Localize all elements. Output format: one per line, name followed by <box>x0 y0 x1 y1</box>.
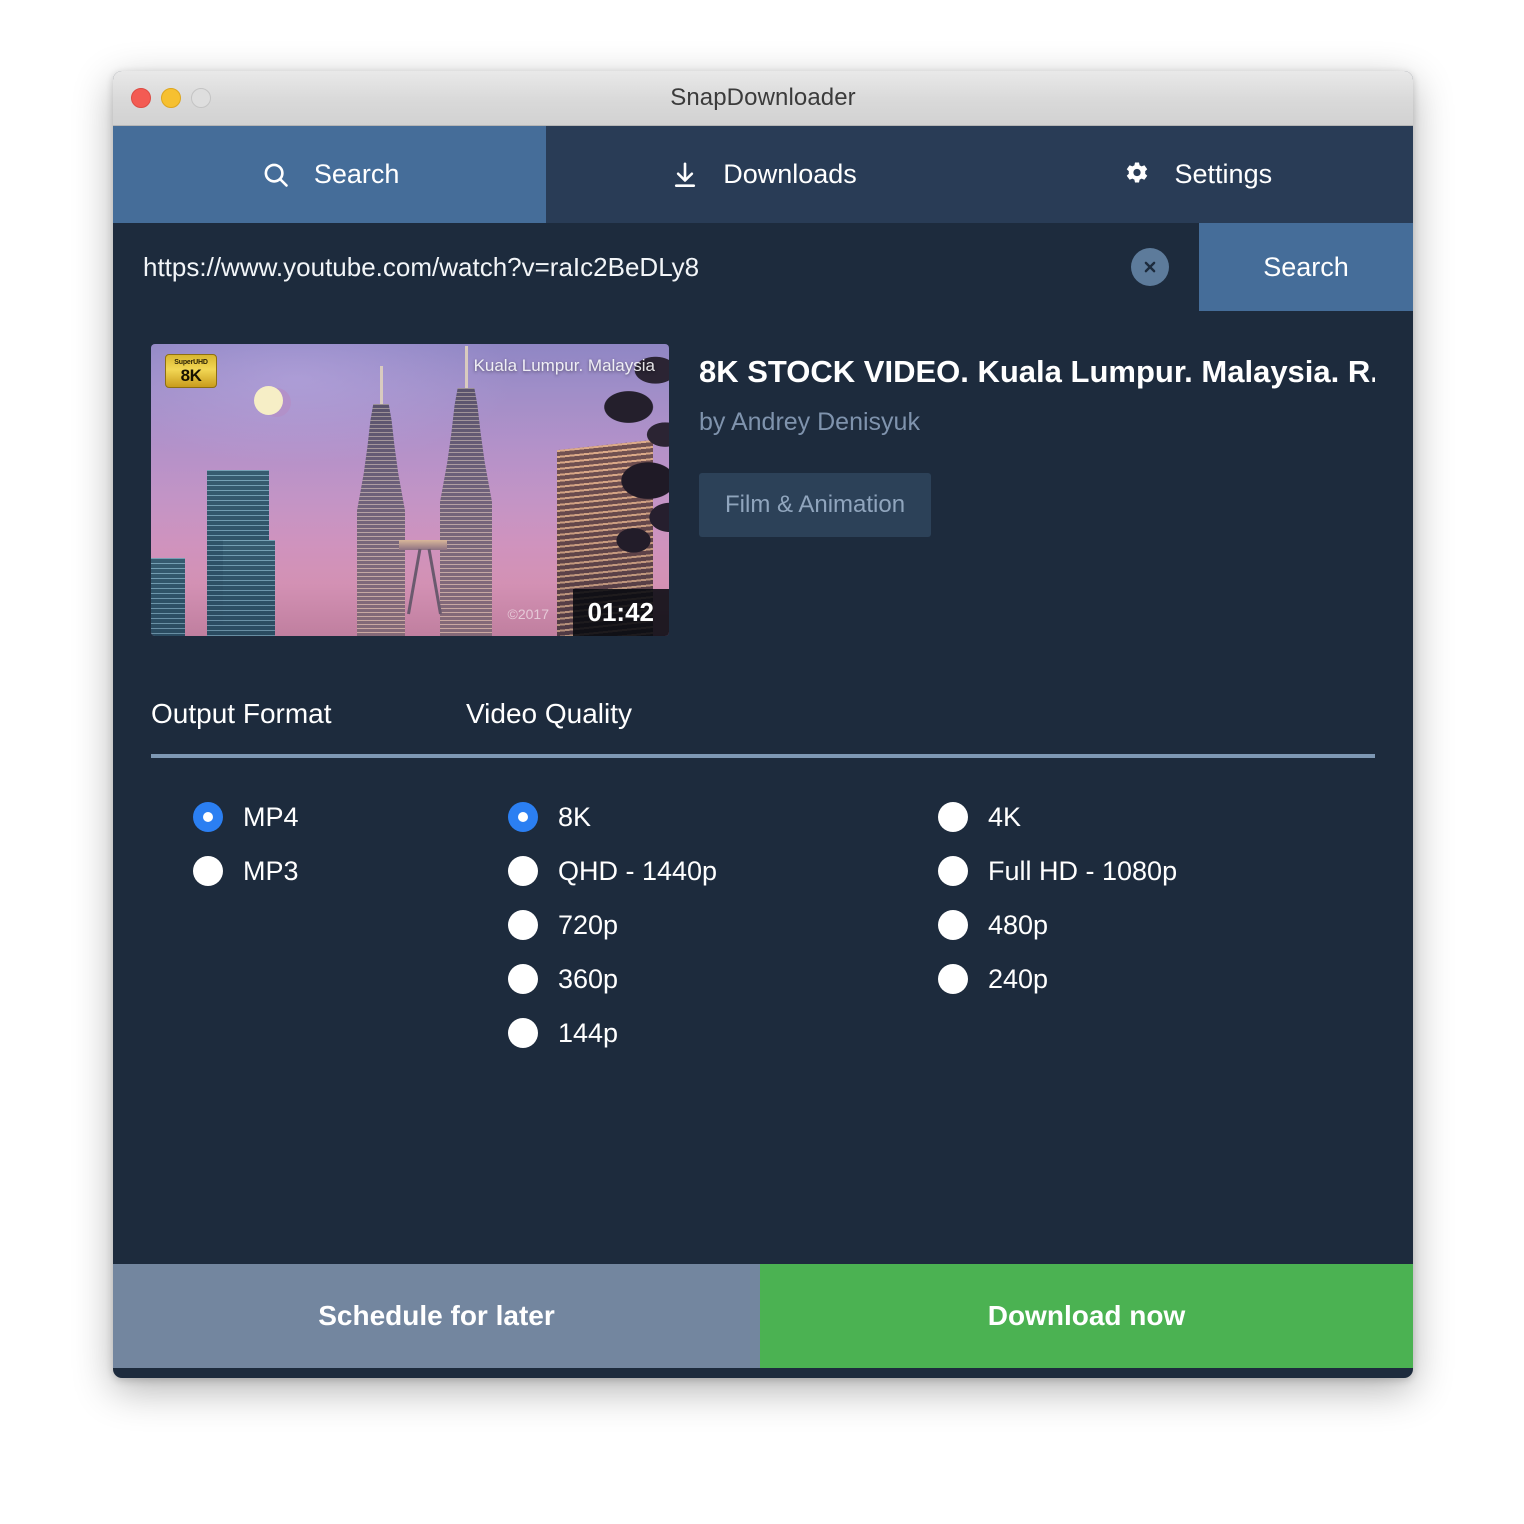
radio-720p[interactable]: 720p <box>466 898 896 952</box>
radio-mp4[interactable]: MP4 <box>151 790 466 844</box>
uhd-badge-top: SuperUHD <box>174 358 208 366</box>
title-bar: SnapDownloader <box>113 71 1413 126</box>
window-title: SnapDownloader <box>670 84 856 111</box>
options-area: Output Format MP4 MP3 Video Quality 8K Q… <box>151 698 1375 1060</box>
radio-dot-mp4 <box>193 802 223 832</box>
radio-480p[interactable]: 480p <box>896 898 1375 952</box>
search-bar: https://www.youtube.com/watch?v=raIc2BeD… <box>113 223 1413 311</box>
video-quality-columns: 8K QHD - 1440p 720p 360p 144p 4K Full HD… <box>466 790 1375 1060</box>
radio-dot-4k <box>938 802 968 832</box>
radio-label-720p: 720p <box>558 909 619 940</box>
radio-label-360p: 360p <box>558 963 619 994</box>
schedule-for-later-button[interactable]: Schedule for later <box>113 1264 760 1368</box>
radio-qhd-1440p[interactable]: QHD - 1440p <box>466 844 896 898</box>
moon-graphic <box>254 386 283 415</box>
output-format-divider <box>151 754 466 758</box>
url-input-value[interactable]: https://www.youtube.com/watch?v=raIc2BeD… <box>143 252 1131 283</box>
minimize-button[interactable] <box>161 88 181 108</box>
radio-label-full-hd-1080p: Full HD - 1080p <box>988 855 1178 886</box>
download-now-button[interactable]: Download now <box>760 1264 1413 1368</box>
output-format-section: Output Format MP4 MP3 <box>151 698 466 1060</box>
tab-bar: Search Downloads Settings <box>113 126 1413 223</box>
screen: SnapDownloader Search Downloads Settings… <box>0 0 1524 1524</box>
building-far-left <box>151 558 185 636</box>
tab-downloads[interactable]: Downloads <box>546 126 979 223</box>
radio-label-4k: 4K <box>988 801 1022 832</box>
radio-label-144p: 144p <box>558 1017 619 1048</box>
radio-144p[interactable]: 144p <box>466 1006 896 1060</box>
url-input[interactable]: https://www.youtube.com/watch?v=raIc2BeD… <box>113 223 1199 311</box>
video-quality-heading: Video Quality <box>466 698 633 729</box>
video-quality-section: Video Quality 8K QHD - 1440p 720p 360p 1… <box>466 698 1375 1060</box>
tab-search-label: Search <box>313 159 400 189</box>
zoom-button <box>191 88 211 108</box>
tower-spire-left <box>380 366 383 404</box>
video-duration-badge: 01:42 <box>572 589 669 636</box>
skybridge <box>399 540 447 550</box>
tab-settings-label: Settings <box>1174 159 1273 189</box>
tree-foliage <box>553 344 669 568</box>
output-format-heading: Output Format <box>151 698 332 729</box>
radio-dot-8k <box>508 802 538 832</box>
search-button[interactable]: Search <box>1199 223 1413 311</box>
window-controls <box>131 88 211 108</box>
video-category-badge[interactable]: Film & Animation <box>699 473 932 537</box>
building-glass-front <box>223 540 275 636</box>
video-card: SuperUHD 8K Kuala Lumpur. Malaysia ©2017… <box>151 344 1375 636</box>
video-title: 8K STOCK VIDEO. Kuala Lumpur. Malaysia. … <box>699 354 1375 389</box>
radio-label-8k: 8K <box>558 801 592 832</box>
close-button[interactable] <box>131 88 151 108</box>
search-icon <box>260 159 292 191</box>
clear-circle-icon[interactable] <box>1131 248 1169 286</box>
radio-dot-qhd-1440p <box>508 856 538 886</box>
radio-full-hd-1080p[interactable]: Full HD - 1080p <box>896 844 1375 898</box>
download-icon <box>669 159 701 191</box>
radio-dot-full-hd-1080p <box>938 856 968 886</box>
radio-4k[interactable]: 4K <box>896 790 1375 844</box>
radio-360p[interactable]: 360p <box>466 952 896 1006</box>
radio-label-480p: 480p <box>988 909 1049 940</box>
radio-label-qhd-1440p: QHD - 1440p <box>558 855 718 886</box>
radio-dot-240p <box>938 964 968 994</box>
app-window: SnapDownloader Search Downloads Settings… <box>113 71 1413 1378</box>
tab-downloads-label: Downloads <box>723 159 857 189</box>
thumbnail-copyright: ©2017 <box>507 606 549 622</box>
radio-dot-720p <box>508 910 538 940</box>
radio-dot-mp3 <box>193 856 223 886</box>
tower-spire-right <box>465 346 468 388</box>
content-area: SuperUHD 8K Kuala Lumpur. Malaysia ©2017… <box>113 311 1413 1264</box>
video-quality-column-right: 4K Full HD - 1080p 480p 240p <box>896 790 1375 1060</box>
radio-240p[interactable]: 240p <box>896 952 1375 1006</box>
thumbnail-location-caption: Kuala Lumpur. Malaysia <box>473 356 655 375</box>
video-details: 8K STOCK VIDEO. Kuala Lumpur. Malaysia. … <box>699 344 1375 636</box>
radio-label-240p: 240p <box>988 963 1049 994</box>
uhd-badge-main: 8K <box>180 365 202 385</box>
video-thumbnail[interactable]: SuperUHD 8K Kuala Lumpur. Malaysia ©2017… <box>151 344 669 636</box>
uhd-badge: SuperUHD 8K <box>165 354 217 388</box>
tab-settings[interactable]: Settings <box>980 126 1413 223</box>
radio-dot-480p <box>938 910 968 940</box>
video-author: by Andrey Denisyuk <box>699 408 920 436</box>
action-bar: Schedule for later Download now <box>113 1264 1413 1368</box>
radio-dot-360p <box>508 964 538 994</box>
video-quality-divider <box>466 754 1375 758</box>
gear-icon <box>1121 159 1153 191</box>
tab-search[interactable]: Search <box>113 126 547 223</box>
radio-8k[interactable]: 8K <box>466 790 896 844</box>
radio-label-mp3: MP3 <box>243 855 299 886</box>
radio-dot-144p <box>508 1018 538 1048</box>
radio-label-mp4: MP4 <box>243 801 299 832</box>
radio-mp3[interactable]: MP3 <box>151 844 466 898</box>
video-quality-column-left: 8K QHD - 1440p 720p 360p 144p <box>466 790 896 1060</box>
